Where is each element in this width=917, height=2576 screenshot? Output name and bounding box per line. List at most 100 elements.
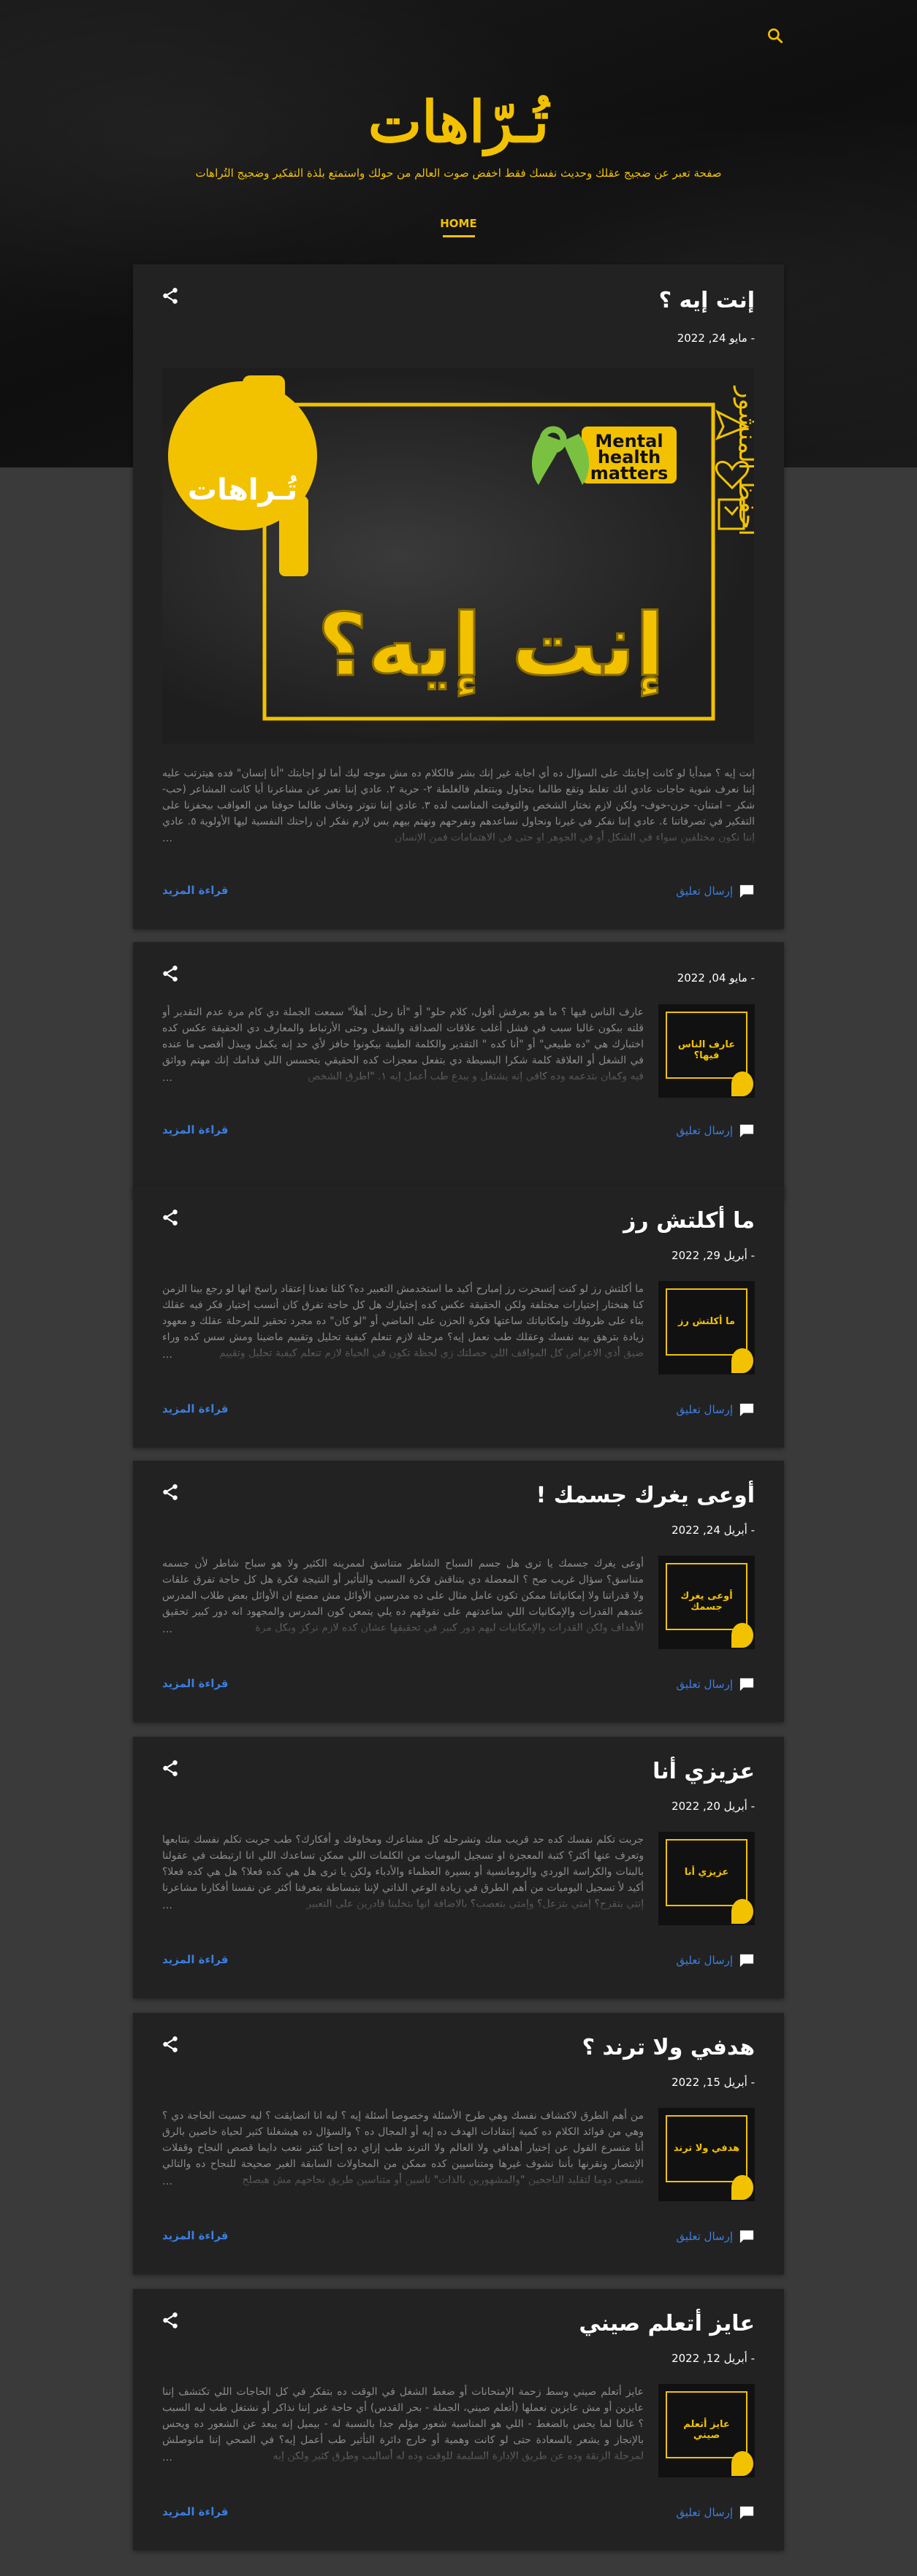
comment-link-label: إرسال تعليق bbox=[676, 1124, 733, 1137]
thumbnail-quote-mark bbox=[731, 2175, 753, 2200]
comment-icon bbox=[739, 884, 754, 898]
post-date: - مايو 24, 2022 bbox=[677, 332, 755, 345]
comment-icon bbox=[739, 2230, 754, 2244]
read-more-link[interactable]: قراءة المزيد bbox=[162, 884, 229, 897]
comment-link-label: إرسال تعليق bbox=[676, 1403, 733, 1416]
site-title[interactable]: تُـرّاهات bbox=[0, 86, 917, 159]
post-title[interactable]: أوعى يغرك جسمك ! bbox=[536, 1483, 755, 1508]
comment-icon bbox=[739, 1678, 754, 1692]
excerpt-fade bbox=[162, 2446, 644, 2468]
read-more-link[interactable]: قراءة المزيد bbox=[162, 1402, 229, 1415]
thumbnail-quote-mark bbox=[731, 2451, 753, 2476]
post-comment-link[interactable]: إرسال تعليق bbox=[676, 2505, 755, 2520]
share-icon bbox=[163, 1484, 178, 1500]
post-card: ما أكلتش رز - أبريل 29, 2022 ما أكلتش رز… bbox=[133, 1186, 784, 1448]
excerpt-ellipsis: … bbox=[162, 2452, 172, 2464]
post-thumbnail[interactable]: ما أكلتش رز bbox=[658, 1281, 755, 1375]
post-comment-link[interactable]: إرسال تعليق bbox=[676, 2229, 755, 2244]
share-icon bbox=[163, 2312, 178, 2328]
nav-active-indicator bbox=[443, 235, 475, 237]
excerpt-fade bbox=[162, 1066, 644, 1088]
image-logo-text: تُـراهات bbox=[188, 473, 297, 507]
post-title[interactable]: عزيزي أنا bbox=[652, 1759, 755, 1784]
post-card: أوعى يغرك جسمك ! - أبريل 24, 2022 أوعى ي… bbox=[133, 1461, 784, 1722]
excerpt-fade bbox=[162, 1618, 644, 1640]
search-button[interactable] bbox=[766, 26, 785, 45]
post-title[interactable]: ما أكلتش رز bbox=[623, 1208, 755, 1234]
comment-icon bbox=[739, 1124, 754, 1138]
comment-icon bbox=[739, 1403, 754, 1417]
post-thumbnail[interactable]: عارف الناس فيها؟ bbox=[658, 1004, 755, 1098]
read-more-link[interactable]: قراءة المزيد bbox=[162, 1953, 229, 1966]
excerpt-ellipsis: … bbox=[162, 1349, 172, 1361]
thumbnail-label: عايز أتعلم صيني bbox=[683, 2419, 730, 2441]
post-comment-link[interactable]: إرسال تعليق bbox=[676, 1677, 755, 1692]
thumbnail-label: هدفي ولا ترند bbox=[673, 2143, 740, 2154]
share-icon bbox=[163, 966, 178, 982]
excerpt-ellipsis: … bbox=[162, 1072, 172, 1084]
post-thumbnail[interactable]: هدفي ولا ترند bbox=[658, 2108, 755, 2201]
thumbnail-quote-mark bbox=[731, 1623, 753, 1648]
post-card: هدفي ولا ترند ؟ - أبريل 15, 2022 هدفي ول… bbox=[133, 2013, 784, 2274]
comment-link-label: إرسال تعليق bbox=[676, 1678, 733, 1691]
excerpt-fade bbox=[162, 1343, 644, 1365]
share-button[interactable] bbox=[161, 2311, 180, 2330]
read-more-link[interactable]: قراءة المزيد bbox=[162, 2505, 229, 2518]
post-comment-link[interactable]: إرسال تعليق bbox=[676, 1123, 755, 1138]
post-date: - أبريل 15, 2022 bbox=[671, 2076, 755, 2089]
excerpt-ellipsis: … bbox=[162, 1624, 172, 1635]
thumbnail-quote-mark bbox=[731, 1071, 753, 1096]
read-more-link[interactable]: قراءة المزيد bbox=[162, 1123, 229, 1136]
post-thumbnail[interactable]: عزيزي أنا bbox=[658, 1832, 755, 1925]
excerpt-ellipsis: … bbox=[162, 1900, 172, 1911]
thumbnail-label: عزيزي أنا bbox=[684, 1867, 729, 1878]
post-title[interactable]: هدفي ولا ترند ؟ bbox=[582, 2035, 755, 2060]
post-comment-link[interactable]: إرسال تعليق bbox=[676, 1402, 755, 1417]
excerpt-fade bbox=[162, 1894, 644, 1916]
post-thumbnail[interactable]: أوعى يغرك جسمك bbox=[658, 1556, 755, 1649]
post-title[interactable]: عايز أتعلم صيني bbox=[579, 2311, 755, 2336]
post-card: إنت إيه ؟ - مايو 24, 2022 تُـراهات Menta… bbox=[133, 264, 784, 929]
search-icon bbox=[768, 28, 783, 44]
excerpt-fade bbox=[162, 827, 755, 849]
thumbnail-label: أوعى يغرك جسمك bbox=[680, 1591, 733, 1613]
share-icon bbox=[163, 2036, 178, 2052]
nav-home-link[interactable]: HOME bbox=[0, 217, 917, 230]
comment-link-label: إرسال تعليق bbox=[676, 1954, 733, 1967]
image-headline: إنت إيه؟ bbox=[317, 595, 665, 696]
post-comment-link[interactable]: إرسال تعليق bbox=[676, 1953, 755, 1968]
share-button[interactable] bbox=[161, 1483, 180, 1502]
post-title[interactable]: إنت إيه ؟ bbox=[659, 288, 755, 313]
thumbnail-label: ما أكلتش رز bbox=[678, 1316, 735, 1327]
comment-link-label: إرسال تعليق bbox=[676, 884, 733, 898]
comment-icon bbox=[739, 2506, 754, 2520]
excerpt-ellipsis: … bbox=[162, 833, 172, 844]
share-icon bbox=[163, 1209, 178, 1226]
share-button[interactable] bbox=[161, 2035, 180, 2054]
share-button[interactable] bbox=[161, 1208, 180, 1227]
post-date: - أبريل 29, 2022 bbox=[671, 1249, 755, 1262]
post-date: - أبريل 12, 2022 bbox=[671, 2352, 755, 2365]
post-date: - أبريل 20, 2022 bbox=[671, 1800, 755, 1813]
read-more-link[interactable]: قراءة المزيد bbox=[162, 1677, 229, 1690]
excerpt-ellipsis: … bbox=[162, 2176, 172, 2187]
share-icon bbox=[163, 1760, 178, 1776]
post-card: عزيزي أنا - أبريل 20, 2022 عزيزي أنا جرب… bbox=[133, 1737, 784, 1998]
post-date: - أبريل 24, 2022 bbox=[671, 1524, 755, 1537]
comment-icon bbox=[739, 1954, 754, 1968]
share-button[interactable] bbox=[161, 964, 180, 983]
share-button[interactable] bbox=[161, 1759, 180, 1778]
thumbnail-quote-mark bbox=[731, 1348, 753, 1373]
share-icon bbox=[163, 288, 178, 304]
read-more-link[interactable]: قراءة المزيد bbox=[162, 2229, 229, 2242]
site-description: صفحة تعبر عن ضجيج عقلك وحديث نفسك فقط اخ… bbox=[195, 167, 722, 180]
featured-image[interactable]: تُـراهات Mental health matters إنت إيه؟ … bbox=[162, 368, 754, 744]
thumbnail-quote-mark bbox=[731, 1899, 753, 1924]
image-badge-line3: matters bbox=[590, 463, 669, 484]
post-thumbnail[interactable]: عايز أتعلم صيني bbox=[658, 2384, 755, 2477]
excerpt-fade bbox=[162, 2170, 644, 2192]
post-comment-link[interactable]: إرسال تعليق bbox=[676, 884, 755, 898]
share-button[interactable] bbox=[161, 286, 180, 305]
thumbnail-label: عارف الناس فيها؟ bbox=[677, 1039, 736, 1061]
post-date: - مايو 04, 2022 bbox=[677, 971, 755, 985]
